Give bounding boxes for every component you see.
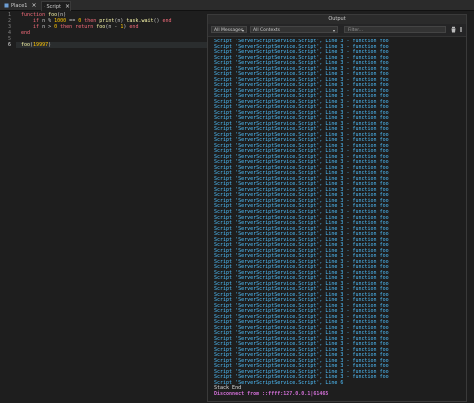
close-icon[interactable]: × [31, 2, 36, 9]
tab-label: Script [46, 3, 61, 10]
script-editor[interactable]: 123456 function foo(n) if n % 1000 == 0 … [0, 11, 207, 403]
code-token: 19997 [33, 42, 49, 48]
code-token: (n - [105, 24, 121, 30]
scroll-indicator-icon[interactable] [458, 26, 464, 33]
code-token: end [21, 30, 31, 36]
clear-output-icon[interactable] [450, 26, 457, 33]
code-token: foo [96, 24, 106, 30]
code-line[interactable]: if n > 0 then return foo(n - 1) end [21, 24, 138, 30]
chevron-down-icon: ▾ [332, 28, 335, 33]
output-panel: Output All Messages ▾ All Contexts ▾ Fil… [207, 14, 467, 402]
chevron-down-icon: ▾ [241, 28, 244, 33]
line-number: 6 [7, 42, 11, 48]
code-token: end [129, 24, 139, 30]
code-token: then return [57, 24, 97, 30]
filter-input[interactable]: Filter... [344, 26, 446, 33]
tab-place1[interactable]: Place1 × [2, 1, 40, 10]
output-log[interactable]: Script 'ServerScriptService.Script', Lin… [214, 39, 464, 399]
messages-filter-dropdown[interactable]: All Messages ▾ [211, 26, 247, 33]
line-number-gutter: 123456 [0, 11, 16, 403]
contexts-filter-dropdown[interactable]: All Contexts ▾ [250, 26, 338, 33]
place-icon [4, 3, 9, 8]
code-token: () [153, 18, 163, 24]
code-area[interactable]: function foo(n) if n % 1000 == 0 then pr… [21, 11, 207, 403]
code-token: ) [48, 42, 52, 48]
contexts-filter-value: All Contexts [253, 28, 280, 33]
code-token: end [162, 18, 172, 24]
output-disconnect-message: Disconnect from ::ffff:127.0.0.1|61465 [214, 391, 329, 397]
code-token: foo [21, 42, 31, 48]
code-token: n > [42, 24, 55, 30]
close-icon[interactable]: × [65, 3, 70, 10]
tab-bar: Place1 × Script × [0, 0, 474, 11]
messages-filter-value: All Messages [214, 28, 244, 33]
code-line[interactable]: foo(19997) [21, 42, 51, 48]
tab-script[interactable]: Script × [41, 1, 71, 11]
output-title: Output [208, 15, 466, 24]
output-toolbar: All Messages ▾ All Contexts ▾ Filter... [208, 24, 466, 37]
tab-label: Place1 [11, 2, 28, 9]
code-line[interactable]: end [21, 30, 30, 36]
